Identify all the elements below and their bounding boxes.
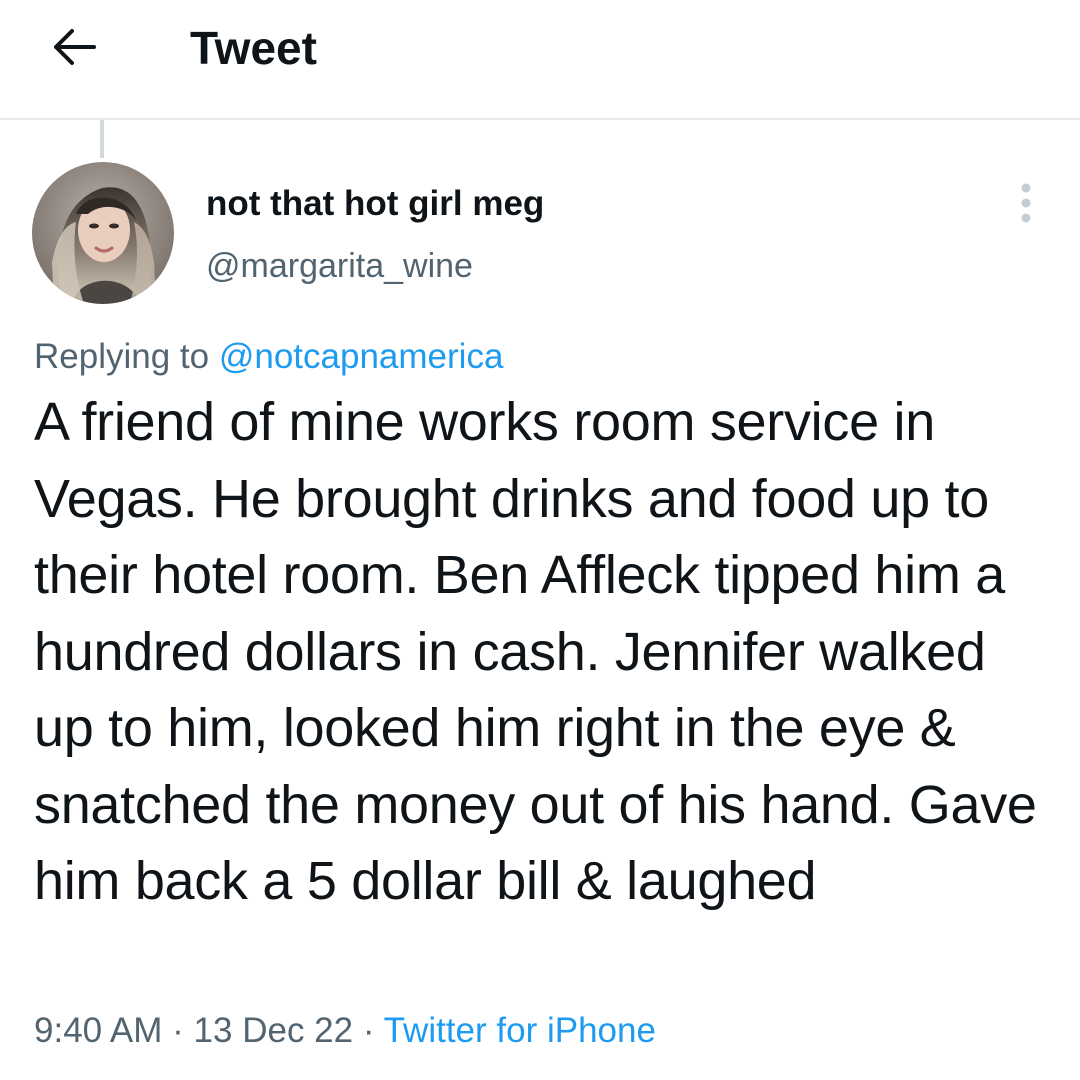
avatar[interactable] xyxy=(32,162,174,304)
replying-to-label: Replying to xyxy=(34,337,210,376)
meta-separator: · xyxy=(172,1011,184,1050)
tweet-time[interactable]: 9:40 AM xyxy=(34,1011,162,1050)
tweet-source-link[interactable]: Twitter for iPhone xyxy=(384,1011,656,1050)
top-bar: Tweet xyxy=(0,0,1080,120)
back-button[interactable] xyxy=(44,22,104,76)
reply-target-link[interactable]: @notcapnamerica xyxy=(219,337,504,376)
tweet-date[interactable]: 13 Dec 22 xyxy=(194,1011,354,1050)
tweet-text: A friend of mine works room service in V… xyxy=(34,392,1037,911)
tweet-meta: 9:40 AM · 13 Dec 22 · Twitter for iPhone xyxy=(34,1006,656,1056)
replying-to-line: Replying to @notcapnamerica xyxy=(34,334,503,380)
arrow-left-icon xyxy=(50,27,98,72)
page-title: Tweet xyxy=(190,22,317,74)
author-handle[interactable]: @margarita_wine xyxy=(206,244,473,288)
meta-separator: · xyxy=(362,1011,375,1050)
more-options-button[interactable] xyxy=(1006,180,1046,230)
thread-connector-line xyxy=(100,120,104,158)
more-vertical-icon xyxy=(1019,181,1033,230)
author-display-name[interactable]: not that hot girl meg xyxy=(206,182,544,226)
